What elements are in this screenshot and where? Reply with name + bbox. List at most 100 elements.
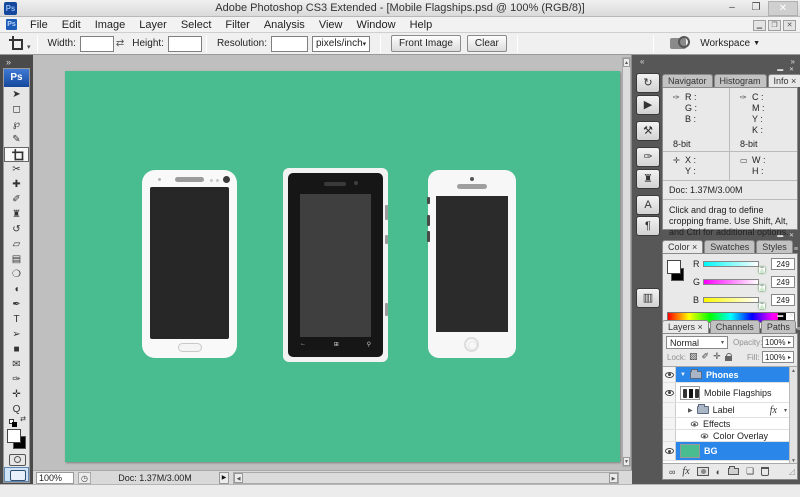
panel-menu-icon[interactable]: ≡ bbox=[794, 246, 800, 253]
layer-row-label[interactable]: ▶ Label fx ▾ bbox=[663, 403, 797, 418]
quick-selection-tool[interactable]: ✎ bbox=[4, 132, 29, 147]
maximize-button[interactable]: ❐ bbox=[744, 1, 768, 16]
panel-resize-grip[interactable]: ◿ bbox=[789, 467, 795, 476]
quick-mask-button[interactable] bbox=[4, 452, 29, 467]
notes-tool[interactable]: ✉ bbox=[4, 357, 29, 372]
zoom-level-field[interactable]: 100% bbox=[36, 472, 74, 484]
menu-layer[interactable]: Layer bbox=[132, 19, 174, 31]
opacity-field[interactable]: 100% ▸ bbox=[762, 336, 794, 348]
menu-help[interactable]: Help bbox=[403, 19, 440, 31]
pen-tool[interactable]: ✒ bbox=[4, 297, 29, 312]
hand-tool[interactable]: ✛ bbox=[4, 387, 29, 402]
layer-row-phones[interactable]: ▼ Phones bbox=[663, 367, 797, 383]
slider-thumb[interactable] bbox=[759, 303, 765, 309]
layer-comps-panel-icon[interactable]: ▥ bbox=[636, 288, 660, 308]
fill-field[interactable]: 100% ▸ bbox=[762, 351, 794, 363]
tab-paths[interactable]: Paths bbox=[760, 320, 796, 333]
menu-edit[interactable]: Edit bbox=[55, 19, 88, 31]
collapse-triangle-icon[interactable]: ▶ bbox=[688, 407, 693, 414]
front-image-button[interactable]: Front Image bbox=[390, 35, 461, 52]
menu-filter[interactable]: Filter bbox=[218, 19, 256, 31]
delete-layer-icon[interactable] bbox=[761, 467, 770, 476]
go-to-bridge-icon[interactable] bbox=[670, 36, 691, 49]
green-slider[interactable]: G 249 bbox=[693, 276, 795, 291]
character-panel-icon[interactable]: A bbox=[636, 195, 660, 215]
scroll-right-icon[interactable]: ▶ bbox=[609, 473, 618, 483]
history-panel-icon[interactable]: ↻ bbox=[636, 73, 660, 93]
visibility-toggle[interactable] bbox=[663, 403, 676, 417]
tab-histogram[interactable]: Histogram bbox=[713, 74, 767, 87]
toolbox-collapse-button[interactable]: » bbox=[6, 57, 12, 67]
blur-tool[interactable]: ❍ bbox=[4, 267, 29, 282]
brush-tool[interactable]: ✐ bbox=[4, 192, 29, 207]
eyedropper-tool[interactable]: ✑ bbox=[4, 372, 29, 387]
close-button[interactable]: ✕ bbox=[768, 1, 798, 16]
slider-thumb[interactable] bbox=[759, 285, 765, 291]
brushes-panel-icon[interactable]: ✑ bbox=[636, 147, 660, 167]
blue-slider[interactable]: B 249 bbox=[693, 294, 795, 309]
swap-colors-icon[interactable]: ⇄ bbox=[20, 415, 26, 423]
fx-collapse-icon[interactable]: ▾ bbox=[784, 407, 787, 414]
vertical-scrollbar[interactable]: ▲ ▼ bbox=[622, 57, 631, 467]
horizontal-scrollbar[interactable]: ◀ ▶ bbox=[233, 472, 619, 484]
tab-color[interactable]: Color × bbox=[662, 240, 704, 253]
scroll-down-icon[interactable]: ▼ bbox=[790, 457, 797, 463]
foreground-color-swatch[interactable] bbox=[7, 429, 21, 443]
history-brush-tool[interactable]: ↺ bbox=[4, 222, 29, 237]
visibility-toggle[interactable] bbox=[663, 442, 676, 460]
crop-tool[interactable] bbox=[4, 147, 29, 162]
slider-thumb[interactable] bbox=[759, 267, 765, 273]
eye-icon[interactable] bbox=[690, 420, 699, 427]
layers-scrollbar[interactable]: ▲ ▼ bbox=[789, 367, 797, 463]
menu-view[interactable]: View bbox=[312, 19, 350, 31]
actions-panel-icon[interactable]: ▶ bbox=[636, 95, 660, 115]
workspace-menu[interactable]: Workspace bbox=[700, 38, 750, 49]
doc-close-button[interactable]: ✕ bbox=[783, 20, 796, 31]
visibility-toggle[interactable] bbox=[663, 430, 676, 441]
link-layers-icon[interactable]: ∞ bbox=[669, 467, 675, 477]
lock-pixels-icon[interactable]: ✐ bbox=[702, 351, 710, 362]
resolution-input[interactable] bbox=[270, 35, 308, 52]
rectangular-marquee-tool[interactable]: ◻ bbox=[4, 102, 29, 117]
expand-triangle-icon[interactable]: ▼ bbox=[680, 372, 686, 378]
path-selection-tool[interactable]: ➢ bbox=[4, 327, 29, 342]
move-tool[interactable]: ➤ bbox=[4, 87, 29, 102]
tab-layers[interactable]: Layers × bbox=[662, 320, 709, 333]
tab-swatches[interactable]: Swatches bbox=[704, 240, 756, 253]
gradient-tool[interactable]: ▤ bbox=[4, 252, 29, 267]
scroll-up-icon[interactable]: ▲ bbox=[790, 367, 797, 375]
healing-brush-tool[interactable]: ✚ bbox=[4, 177, 29, 192]
minimize-button[interactable]: – bbox=[720, 1, 744, 16]
clone-source-panel-icon[interactable]: ♜ bbox=[636, 169, 660, 189]
tab-styles[interactable]: Styles bbox=[756, 240, 793, 253]
default-colors-control[interactable]: ⇄ bbox=[4, 415, 29, 427]
red-slider[interactable]: R 249 bbox=[693, 258, 795, 273]
slice-tool[interactable]: ✂ bbox=[4, 162, 29, 177]
canvas[interactable]: ← ⊞ ⚲ bbox=[65, 71, 620, 462]
menu-select[interactable]: Select bbox=[174, 19, 219, 31]
eye-icon[interactable] bbox=[700, 432, 709, 439]
visibility-toggle[interactable] bbox=[663, 418, 676, 429]
tab-navigator[interactable]: Navigator bbox=[662, 74, 713, 87]
layer-fx-badge[interactable]: fx bbox=[770, 405, 777, 416]
layer-row-bg[interactable]: BG bbox=[663, 442, 797, 461]
blue-value[interactable]: 249 bbox=[771, 294, 795, 306]
dodge-tool[interactable]: ◖ bbox=[4, 282, 29, 297]
tab-info[interactable]: Info × bbox=[767, 74, 800, 87]
layer-row-effects[interactable]: Effects bbox=[663, 418, 797, 430]
add-mask-icon[interactable] bbox=[696, 467, 709, 476]
type-tool[interactable]: T bbox=[4, 312, 29, 327]
screen-mode-button[interactable] bbox=[4, 467, 29, 482]
layer-row-color-overlay[interactable]: Color Overlay bbox=[663, 430, 797, 442]
green-value[interactable]: 249 bbox=[771, 276, 795, 288]
new-group-icon[interactable] bbox=[728, 466, 740, 475]
eraser-tool[interactable]: ▱ bbox=[4, 237, 29, 252]
scroll-down-icon[interactable]: ▼ bbox=[623, 457, 630, 466]
status-flyout-button[interactable]: ▶ bbox=[219, 472, 229, 484]
layer-style-icon[interactable]: fx bbox=[682, 466, 689, 477]
scroll-left-icon[interactable]: ◀ bbox=[234, 473, 243, 483]
blend-mode-select[interactable]: Normal ▾ bbox=[666, 336, 728, 349]
crop-tool-icon[interactable] bbox=[9, 36, 24, 51]
width-input[interactable] bbox=[79, 35, 114, 52]
lock-all-icon[interactable] bbox=[724, 353, 732, 361]
